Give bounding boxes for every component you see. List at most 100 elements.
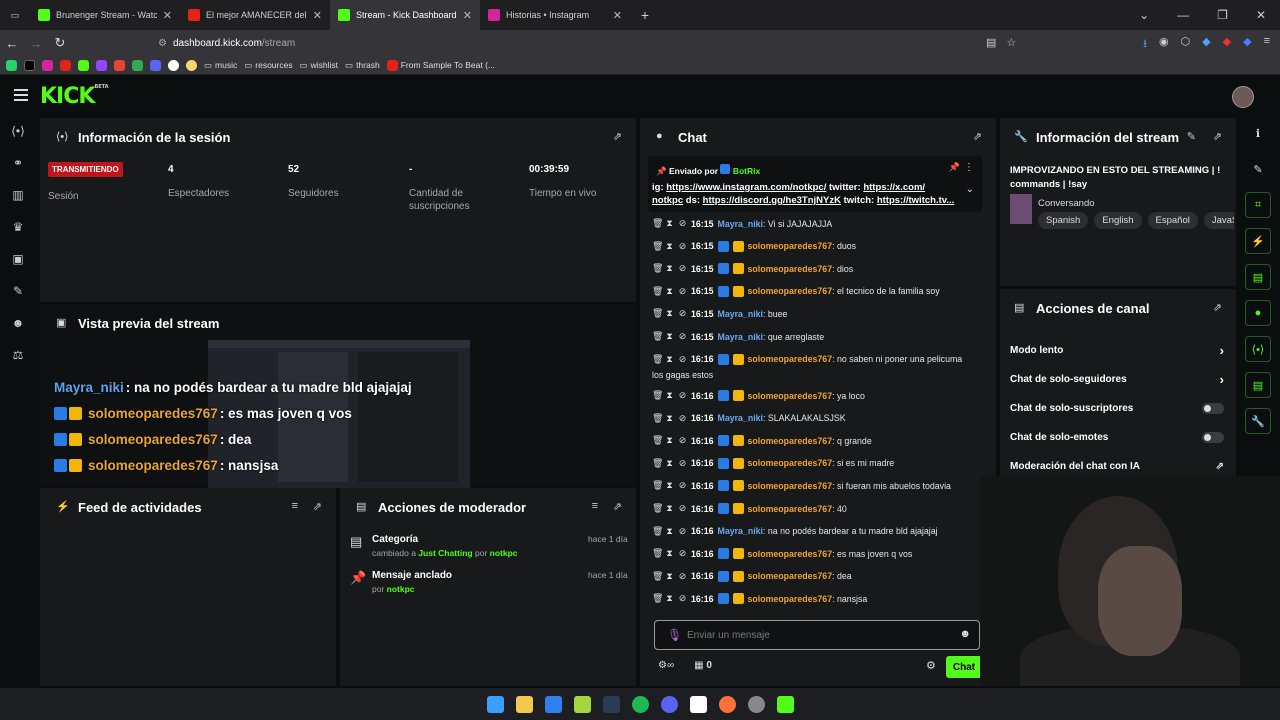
delete-message-icon[interactable]: 🗑 — [652, 480, 663, 491]
close-tab-icon[interactable]: ✕ — [163, 9, 172, 22]
timeout-icon[interactable]: ⧗ — [665, 263, 674, 274]
chat-username[interactable]: Mayra_niki — [718, 332, 763, 342]
kick-logo[interactable]: KICKBETA — [40, 84, 109, 109]
chat-username[interactable]: solomeoparedes767 — [748, 571, 833, 581]
chat-icon[interactable]: ● — [1245, 300, 1271, 326]
ban-icon[interactable]: ⊘ — [678, 263, 687, 274]
steam-icon[interactable] — [602, 695, 620, 713]
timeout-icon[interactable]: ⧗ — [665, 435, 674, 446]
bookmark-folder-thrash[interactable]: ▭ thrash — [345, 60, 380, 71]
delete-message-icon[interactable]: 🗑 — [652, 308, 663, 319]
chat-message[interactable]: 🗑 ⧗ ⊘ 16:16 solomeoparedes767: es mas joven … — [652, 548, 912, 560]
chat-username[interactable]: solomeoparedes767 — [748, 481, 833, 491]
twitch-bookmark-icon[interactable] — [96, 59, 107, 71]
tag[interactable]: JavaSc — [1203, 212, 1234, 229]
ban-icon[interactable]: ⊘ — [678, 526, 687, 537]
browser-tab[interactable]: Brunenger Stream - Watch L✕ — [30, 0, 180, 30]
delete-message-icon[interactable]: 🗑 — [652, 571, 663, 582]
subscribers-only-toggle[interactable] — [1202, 403, 1224, 414]
back-icon[interactable]: ← — [0, 36, 24, 51]
start-icon[interactable] — [486, 695, 504, 713]
chat-message[interactable]: 🗑 ⧗ ⊘ 16:15 solomeoparedes767: el tecnico de… — [652, 285, 940, 297]
emotes-only-toggle[interactable] — [1202, 432, 1224, 443]
file-explorer-icon[interactable] — [515, 695, 533, 713]
timeout-icon[interactable]: ⧗ — [665, 548, 674, 559]
timeout-icon[interactable]: ⧗ — [665, 286, 674, 297]
filter-icon[interactable]: ≡ — [292, 500, 298, 512]
delete-message-icon[interactable]: 🗑 — [652, 218, 663, 229]
clip-icon[interactable]: ⌗ — [1245, 192, 1271, 218]
edit-icon[interactable]: ✎ — [1245, 156, 1271, 182]
timeout-icon[interactable]: ⧗ — [665, 331, 674, 342]
delete-message-icon[interactable]: 🗑 — [652, 435, 663, 446]
chat-username[interactable]: solomeoparedes767 — [748, 354, 833, 364]
timeout-icon[interactable]: ⧗ — [665, 413, 674, 424]
stream-broadcast-icon[interactable]: ⟨•⟩ — [11, 124, 25, 138]
delete-message-icon[interactable]: 🗑 — [652, 458, 663, 469]
user-avatar[interactable] — [1232, 86, 1254, 108]
reader-view-icon[interactable]: ▤ — [986, 36, 996, 49]
popout-icon[interactable]: ⇗ — [1213, 130, 1222, 143]
chat-message[interactable]: 🗑 ⧗ ⊘ 16:16 solomeoparedes767: ya loco — [652, 390, 865, 401]
chat-username[interactable]: solomeoparedes767 — [748, 458, 833, 468]
chevron-down-icon[interactable]: ⌄ — [966, 184, 974, 195]
timeout-icon[interactable]: ⧗ — [665, 308, 674, 319]
x-bookmark-icon[interactable] — [24, 59, 35, 71]
stream-category[interactable]: Conversando — [1038, 198, 1095, 209]
delete-message-icon[interactable]: 🗑 — [652, 354, 663, 365]
delete-message-icon[interactable]: 🗑 — [652, 331, 663, 342]
close-tab-icon[interactable]: ✕ — [613, 9, 622, 22]
ai-moderation-row[interactable]: Moderación del chat con IA ⇗ — [1010, 461, 1224, 472]
slow-mode-row[interactable]: Modo lento › — [1010, 343, 1224, 358]
chat-username[interactable]: solomeoparedes767 — [748, 504, 833, 514]
instagram-bookmark-icon[interactable] — [42, 59, 53, 71]
ban-icon[interactable]: ⊘ — [678, 286, 687, 297]
discord-icon[interactable] — [660, 695, 678, 713]
broadcast-icon[interactable]: ⟨•⟩ — [1245, 336, 1271, 362]
delete-message-icon[interactable]: 🗑 — [652, 548, 663, 559]
timeout-icon[interactable]: ⧗ — [665, 241, 674, 252]
popout-icon[interactable]: ⇗ — [613, 500, 622, 513]
points-icon[interactable]: ⚙∞ — [658, 660, 674, 671]
firefox-icon[interactable] — [718, 695, 736, 713]
chat-message[interactable]: 🗑 ⧗ ⊘ 16:15 Mayra_niki: Vi si JAJAJAJJA — [652, 218, 832, 229]
ban-icon[interactable]: ⊘ — [678, 241, 687, 252]
obs-icon[interactable] — [747, 695, 765, 713]
unpin-icon[interactable]: 📌 — [949, 162, 960, 173]
timeout-icon[interactable]: ⧗ — [665, 571, 674, 582]
popout-icon[interactable]: ⇗ — [613, 130, 622, 143]
chat-settings-icon[interactable]: ⚙ — [926, 659, 936, 672]
drive-bookmark-icon[interactable] — [132, 59, 143, 71]
hamburger-menu-icon[interactable] — [14, 89, 28, 104]
timeout-icon[interactable]: ⧗ — [665, 593, 674, 604]
reload-icon[interactable]: ↻ — [48, 35, 72, 51]
close-tab-icon[interactable]: ✕ — [463, 9, 472, 22]
ban-icon[interactable]: ⊘ — [678, 308, 687, 319]
ban-icon[interactable]: ⊘ — [678, 458, 687, 469]
chat-message[interactable]: 🗑 ⧗ ⊘ 16:16 solomeoparedes767: dea — [652, 570, 852, 582]
more-options-icon[interactable]: ⋮ — [964, 162, 974, 173]
emote-picker-icon[interactable]: ☻ — [959, 628, 971, 640]
tag[interactable]: Spanish — [1038, 212, 1089, 229]
ban-icon[interactable]: ⊘ — [678, 571, 687, 582]
timeout-icon[interactable]: ⧗ — [665, 390, 674, 401]
ban-icon[interactable]: ⊘ — [678, 331, 687, 342]
store-points[interactable]: ▦ 0 — [694, 660, 712, 671]
ban-icon[interactable]: ⊘ — [678, 435, 687, 446]
url-field[interactable]: ⚙ dashboard.kick.com/stream — [158, 34, 295, 52]
tag[interactable]: English — [1094, 212, 1142, 229]
timeout-icon[interactable]: ⧗ — [665, 480, 674, 491]
info-icon[interactable]: ℹ — [1245, 120, 1271, 146]
bookmark-folder-resources[interactable]: ▭ resources — [244, 60, 292, 71]
chat-message[interactable]: 🗑 ⧗ ⊘ 16:15 Mayra_niki: buee — [652, 308, 787, 319]
delete-message-icon[interactable]: 🗑 — [652, 241, 663, 252]
app-icon[interactable] — [776, 695, 794, 713]
chat-username[interactable]: solomeoparedes767 — [748, 594, 833, 604]
popout-icon[interactable]: ⇗ — [1213, 301, 1222, 314]
tab-list-icon[interactable]: ⌄ — [1139, 8, 1149, 22]
youtube-bookmark-icon[interactable] — [60, 59, 71, 71]
forward-icon[interactable]: → — [24, 36, 48, 51]
chat-username[interactable]: solomeoparedes767 — [748, 436, 833, 446]
ban-icon[interactable]: ⊘ — [678, 390, 687, 401]
delete-message-icon[interactable]: 🗑 — [652, 390, 663, 401]
